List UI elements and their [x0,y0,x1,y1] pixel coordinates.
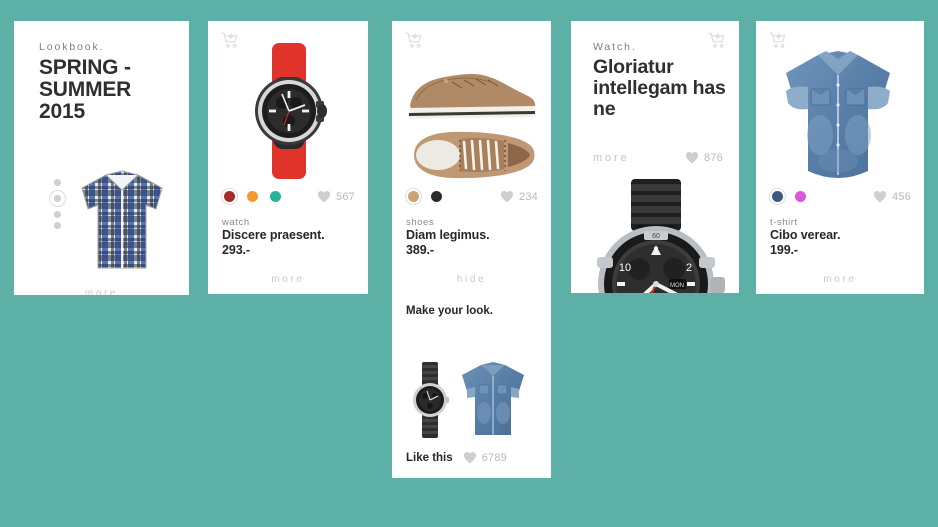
product-kicker: shoes [406,217,435,228]
product-title: Discere praesent. 293.- [222,228,362,258]
carousel-dot-4[interactable] [54,222,61,229]
product-price: 293.- [222,243,250,257]
card-watch-editorial[interactable]: Watch. Gloriatur intellegam has ne more … [571,21,739,293]
heart-icon [463,451,477,464]
red-strap-chronograph-watch-photo [244,41,334,181]
product-kicker: watch [222,217,250,228]
like-this-count: 6789 [481,451,508,464]
product-name: Cibo verear. [770,228,841,242]
card-watch-product-more-link[interactable]: more [208,274,368,285]
cart-add-icon[interactable] [220,30,240,50]
card-lookbook-eyebrow: Lookbook. [39,41,105,53]
carousel-dot-1[interactable] [54,179,61,186]
tan-sneaker-top-photo [408,129,538,181]
denim-shirt-photo [778,43,898,185]
like-count: 456 [891,190,911,203]
color-swatches[interactable] [221,188,284,205]
card-tshirt-more-link[interactable]: more [756,274,924,285]
swatch-tan-selected[interactable] [405,188,422,205]
product-name: Diam legimus. [406,228,490,242]
like-counter[interactable]: 234 [500,190,538,203]
denim-shirt-photo[interactable] [458,357,528,441]
heart-icon [685,151,699,164]
svg-text:10: 10 [619,262,631,274]
plaid-shirt-photo [76,164,168,274]
cart-add-icon[interactable] [707,30,727,50]
card-shoes[interactable]: 234 shoes Diam legimus. 389.- hide Make … [392,21,551,478]
heart-icon [317,190,331,203]
card-lookbook-more-link[interactable]: more [14,288,189,295]
swatch-teal[interactable] [267,188,284,205]
card-watch-product[interactable]: 567 watch Discere praesent. 293.- more [208,21,368,294]
carousel-dot-2-active[interactable] [49,190,66,207]
card-lookbook-headline: SPRING - SUMMER 2015 [39,56,132,123]
carousel-dot-inner [54,195,61,202]
color-swatches[interactable] [405,188,445,205]
like-counter[interactable]: 456 [873,190,911,203]
heart-icon [873,190,887,203]
like-count: 234 [518,190,538,203]
lookbook-board: Lookbook. SPRING - SUMMER 2015 more 567 … [0,0,938,527]
like-count: 876 [703,151,723,164]
black-steel-watch-photo[interactable] [410,361,450,439]
product-title: Cibo verear. 199.- [770,228,910,258]
product-price: 199.- [770,243,798,257]
like-this-label: Like this [406,451,453,464]
product-name: Discere praesent. [222,228,325,242]
carousel-dot-3[interactable] [54,211,61,218]
black-chronograph-watch-photo: 60 MON 10 2 8 4 [581,179,731,293]
swatch-navy-selected[interactable] [769,188,786,205]
like-this-row[interactable]: Like this 6789 [406,451,507,464]
swatch-orchid[interactable] [792,188,809,205]
card-shoes-meta-row: 234 [405,188,538,205]
svg-text:MON: MON [670,283,684,289]
card-lookbook[interactable]: Lookbook. SPRING - SUMMER 2015 more [14,21,189,295]
like-this-counter[interactable]: 6789 [463,451,507,464]
product-price: 389.- [406,243,434,257]
card-shoes-hide-link[interactable]: hide [392,274,551,285]
product-title: Diam legimus. 389.- [406,228,546,258]
color-swatches[interactable] [769,188,809,205]
tan-sneaker-side-photo [406,66,538,124]
card-watch-editorial-more-link[interactable]: more [593,152,630,164]
card-tshirt[interactable]: 456 t-shirt Cibo verear. 199.- more [756,21,924,294]
swatch-orange[interactable] [244,188,261,205]
card-tshirt-meta-row: 456 [769,188,911,205]
svg-text:60: 60 [652,233,660,240]
swatch-black[interactable] [428,188,445,205]
cart-add-icon[interactable] [404,30,424,50]
like-counter[interactable]: 876 [685,151,723,164]
card-watch-editorial-headline: Gloriatur intellegam has ne [593,56,726,120]
heart-icon [500,190,514,203]
card-watch-editorial-eyebrow: Watch. [593,41,637,53]
carousel-dots[interactable] [49,179,66,229]
like-count: 567 [335,190,355,203]
card-watch-editorial-actions: more 876 [593,151,723,164]
like-counter[interactable]: 567 [317,190,355,203]
swatch-dark-red-selected[interactable] [221,188,238,205]
card-watch-product-meta-row: 567 [221,188,355,205]
svg-text:2: 2 [686,262,692,274]
product-kicker: t-shirt [770,217,798,228]
make-your-look-heading: Make your look. [406,305,493,317]
